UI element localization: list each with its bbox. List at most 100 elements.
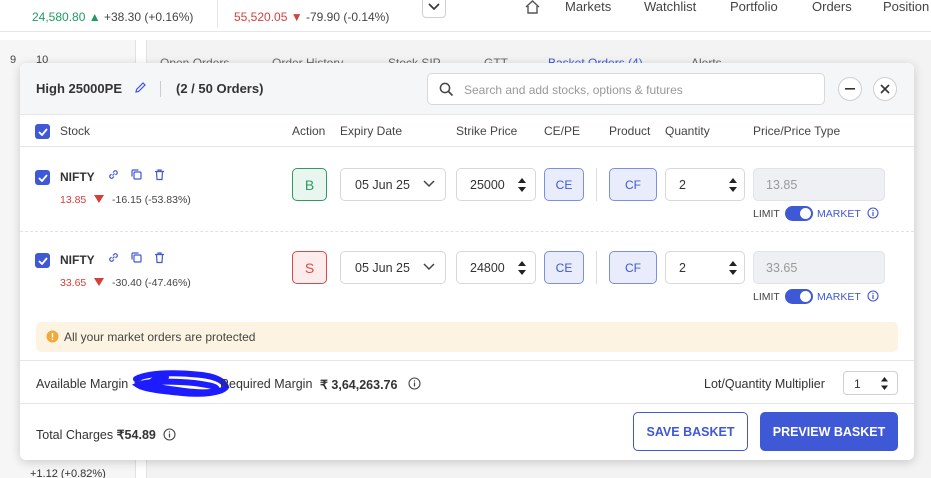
search-box[interactable] <box>427 73 825 105</box>
preview-basket-button[interactable]: PREVIEW BASKET <box>760 412 898 451</box>
index-change: -79.90 (-0.14%) <box>305 10 390 24</box>
row-ltp: 13.85 <box>60 194 87 206</box>
warning-icon <box>46 330 59 343</box>
chevron-down-icon <box>428 3 440 11</box>
row-symbol: NIFTY <box>60 253 95 267</box>
modal-footer: Total Charges ₹54.89 SAVE BASKET PREVIEW… <box>20 405 914 460</box>
quantity-stepper[interactable]: 2 <box>665 251 745 284</box>
quantity-value: 2 <box>679 261 686 275</box>
col-action: Action <box>292 124 326 138</box>
select-all-checkbox[interactable] <box>35 124 50 139</box>
buy-action-button[interactable]: B <box>292 168 327 201</box>
row-symbol: NIFTY <box>60 170 95 184</box>
arrow-down-icon <box>94 195 104 203</box>
chevron-down-icon <box>423 180 435 188</box>
required-margin-value: ₹ 3,64,263.76 <box>320 378 398 392</box>
info-icon[interactable] <box>163 428 176 441</box>
quantity-stepper[interactable]: 2 <box>665 168 745 201</box>
price-value: 33.65 <box>766 261 798 275</box>
arrow-up-icon: ▲ <box>88 10 101 24</box>
strike-input[interactable]: 25000 <box>456 168 536 201</box>
index-value: 55,520.05 <box>234 10 288 24</box>
basket-modal: High 25000PE (2 / 50 Orders) Stock Actio… <box>20 63 914 460</box>
close-button[interactable] <box>873 77 897 101</box>
margin-bar: Available Margin ₹ Required Margin ₹ 3,6… <box>20 360 914 404</box>
price-value: 13.85 <box>766 178 798 192</box>
row-checkbox[interactable] <box>35 170 50 185</box>
top-bar: 24,580.80 ▲ +38.30 (+0.16%) 55,520.05 ▼ … <box>0 0 931 32</box>
protection-notice: All your market orders are protected <box>36 322 898 352</box>
info-icon[interactable] <box>408 377 421 390</box>
link-icon[interactable] <box>107 168 120 181</box>
price-type-toggle[interactable] <box>785 206 813 221</box>
stepper-arrows-icon[interactable] <box>728 177 738 193</box>
search-input[interactable] <box>464 80 814 100</box>
delete-icon[interactable] <box>153 168 166 181</box>
info-icon[interactable] <box>867 207 879 219</box>
col-quantity: Quantity <box>665 124 710 138</box>
divider <box>217 0 218 28</box>
check-icon <box>37 127 48 136</box>
nav-position[interactable]: Position <box>883 0 929 14</box>
index-dropdown-button[interactable] <box>422 0 446 18</box>
search-icon <box>439 82 454 97</box>
delete-icon[interactable] <box>153 251 166 264</box>
divider <box>596 168 597 201</box>
row-change: -30.40 (-47.46%) <box>112 277 191 289</box>
product-toggle[interactable]: CF <box>609 251 657 284</box>
divider <box>160 81 161 97</box>
copy-icon[interactable] <box>130 168 143 181</box>
limit-label: LIMIT <box>753 291 780 303</box>
available-margin-label: Available Margin <box>36 377 129 391</box>
home-icon[interactable] <box>524 0 541 15</box>
strike-input[interactable]: 24800 <box>456 251 536 284</box>
nav-orders[interactable]: Orders <box>812 0 852 14</box>
index-change: +38.30 (+0.16%) <box>103 10 194 24</box>
index-value: 24,580.80 <box>32 10 86 24</box>
nav-watchlist[interactable]: Watchlist <box>644 0 696 14</box>
quantity-value: 2 <box>679 178 686 192</box>
stepper-arrows-icon[interactable] <box>880 376 889 391</box>
col-price: Price/Price Type <box>753 124 841 138</box>
save-basket-button[interactable]: SAVE BASKET <box>633 412 748 451</box>
market-label: MARKET <box>817 208 861 220</box>
row-checkbox[interactable] <box>35 253 50 268</box>
multiplier-value: 1 <box>854 377 861 391</box>
sell-action-button[interactable]: S <box>292 251 327 284</box>
expiry-value: 05 Jun 25 <box>355 261 410 275</box>
minimize-button[interactable] <box>838 77 862 101</box>
option-type-toggle[interactable]: CE <box>544 168 584 201</box>
option-type-toggle[interactable]: CE <box>544 251 584 284</box>
nav-portfolio[interactable]: Portfolio <box>730 0 778 14</box>
price-type-toggle[interactable] <box>785 289 813 304</box>
stepper-arrows-icon[interactable] <box>517 260 527 276</box>
col-cepe: CE/PE <box>544 124 581 138</box>
copy-icon[interactable] <box>130 251 143 264</box>
multiplier-label: Lot/Quantity Multiplier <box>704 377 825 391</box>
col-stock: Stock <box>60 124 91 138</box>
product-toggle[interactable]: CF <box>609 168 657 201</box>
order-row: NIFTY 33.65 -30.40 (-47.46%) S 05 Jun 25… <box>20 233 914 317</box>
chevron-down-icon <box>423 263 435 271</box>
expiry-select[interactable]: 05 Jun 25 <box>340 251 446 284</box>
total-charges-label: Total Charges <box>36 428 114 442</box>
left-panel-change: +1.12 (+0.82%) <box>30 468 106 478</box>
link-icon[interactable] <box>107 251 120 264</box>
stepper-arrows-icon[interactable] <box>728 260 738 276</box>
edit-icon[interactable] <box>134 81 147 94</box>
left-panel-tab[interactable]: 9 <box>10 54 16 66</box>
check-icon <box>37 173 48 182</box>
expiry-value: 05 Jun 25 <box>355 178 410 192</box>
info-icon[interactable] <box>867 290 879 302</box>
col-expiry: Expiry Date <box>340 124 403 138</box>
nav-markets[interactable]: Markets <box>565 0 611 14</box>
arrow-down-icon <box>94 278 104 286</box>
notice-text: All your market orders are protected <box>64 330 256 344</box>
close-icon <box>880 84 890 94</box>
divider <box>596 251 597 284</box>
col-product: Product <box>609 124 651 138</box>
expiry-select[interactable]: 05 Jun 25 <box>340 168 446 201</box>
row-ltp: 33.65 <box>60 277 87 289</box>
multiplier-stepper[interactable]: 1 <box>843 371 898 395</box>
stepper-arrows-icon[interactable] <box>517 177 527 193</box>
